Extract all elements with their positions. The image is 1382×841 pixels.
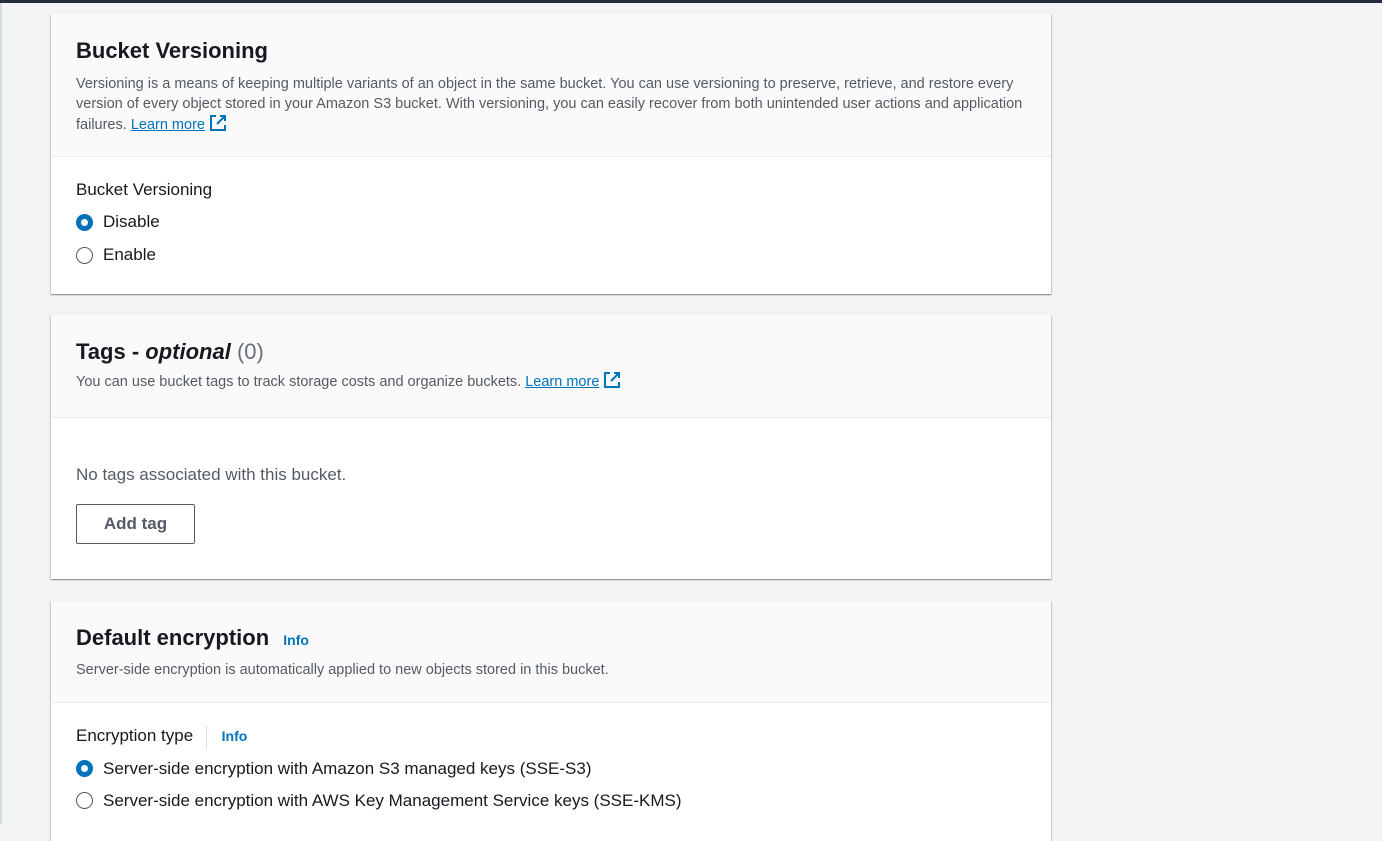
default-encryption-panel: Default encryption Info Server-side encr… (51, 601, 1051, 841)
radio-button[interactable] (76, 246, 93, 264)
learn-more-link[interactable]: Learn more (131, 117, 205, 133)
radio-button-selected[interactable] (76, 760, 93, 778)
default-encryption-title-text: Default encryption (76, 625, 270, 650)
radio-label: Enable (103, 245, 156, 264)
tags-count: (0) (236, 339, 264, 364)
external-link-icon[interactable] (209, 114, 227, 132)
radio-option-enable[interactable]: Enable (76, 244, 1026, 266)
tags-title-main: Tags - (76, 339, 146, 364)
no-tags-message: No tags associated with this bucket. (76, 465, 347, 484)
bucket-versioning-panel: Bucket Versioning Versioning is a means … (51, 14, 1051, 294)
bucket-versioning-title: Bucket Versioning (76, 38, 268, 63)
tags-description: You can use bucket tags to track storage… (76, 371, 1026, 392)
tags-panel: Tags - optional (0) You can use bucket t… (51, 315, 1051, 579)
tags-header: Tags - optional (0) You can use bucket t… (51, 315, 1051, 418)
default-encryption-description: Server-side encryption is automatically … (76, 662, 609, 678)
tags-title-optional: optional (145, 339, 231, 364)
add-tag-button[interactable]: Add tag (76, 504, 195, 544)
tags-body: No tags associated with this bucket. Add… (51, 418, 1051, 544)
info-divider (205, 725, 207, 748)
default-encryption-info-link[interactable]: Info (283, 632, 309, 648)
default-encryption-header: Default encryption Info Server-side encr… (51, 601, 1051, 703)
top-navigation-bar (0, 0, 1382, 3)
description-text: You can use bucket tags to track storage… (76, 374, 522, 390)
external-link-icon[interactable] (603, 371, 621, 389)
bucket-versioning-description: Versioning is a means of keeping multipl… (76, 74, 1026, 135)
radio-label: Server-side encryption with Amazon S3 ma… (103, 758, 592, 778)
encryption-type-label: Encryption type (76, 726, 194, 745)
encryption-type-field: Encryption type Info (76, 725, 1026, 748)
radio-option-sse-kms[interactable]: Server-side encryption with AWS Key Mana… (76, 790, 1026, 812)
encryption-type-info-link[interactable]: Info (222, 728, 248, 744)
radio-label: Server-side encryption with AWS Key Mana… (103, 790, 682, 810)
left-edge-divider (0, 3, 2, 824)
bucket-versioning-header: Bucket Versioning Versioning is a means … (51, 14, 1051, 157)
radio-option-sse-s3[interactable]: Server-side encryption with Amazon S3 ma… (76, 758, 1026, 780)
radio-option-disable[interactable]: Disable (76, 211, 1026, 233)
radio-label: Disable (103, 212, 160, 231)
learn-more-link[interactable]: Learn more (525, 374, 599, 390)
default-encryption-body: Encryption type Info Server-side encrypt… (51, 703, 1051, 812)
default-encryption-title: Default encryption Info (76, 624, 1026, 654)
radio-button[interactable] (76, 792, 93, 810)
radio-button-selected[interactable] (76, 213, 93, 231)
bucket-versioning-field-label: Bucket Versioning (76, 180, 213, 199)
bucket-versioning-body: Bucket Versioning Disable Enable (51, 157, 1051, 266)
tags-title: Tags - optional (0) (76, 338, 1026, 366)
